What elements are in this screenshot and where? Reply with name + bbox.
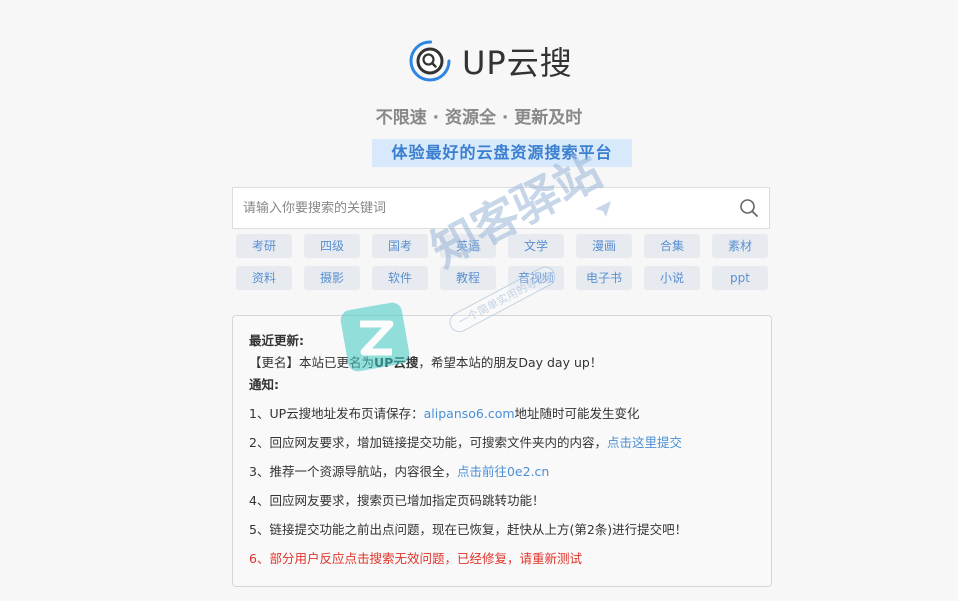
slogan: 不限速 · 资源全 · 更新及时 <box>375 108 583 128</box>
nav-site-link[interactable]: 点击前往0e2.cn <box>457 464 549 479</box>
rename-prefix: 【更名】本站已更名为 <box>249 355 375 370</box>
notice-panel: 最近更新: 【更名】本站已更名为UP云搜，希望本站的朋友Day day up！ … <box>232 315 772 587</box>
notice-item-3-text: 3、推荐一个资源导航站，内容很全， <box>249 464 457 479</box>
tag-comics[interactable]: 漫画 <box>576 234 632 258</box>
notice-item-5: 5、链接提交功能之前出点问题，现在已恢复，赶快从上方(第2条)进行提交吧！ <box>249 522 688 537</box>
notice-item-1-text: 1、UP云搜地址发布页请保存： <box>249 406 424 421</box>
tag-software[interactable]: 软件 <box>372 266 428 290</box>
tag-literature[interactable]: 文学 <box>508 234 564 258</box>
tag-photography[interactable]: 摄影 <box>304 266 360 290</box>
logo-text: UP云搜 <box>462 44 573 82</box>
search-input[interactable] <box>233 200 729 216</box>
sub-slogan: 体验最好的云盘资源搜索平台 <box>372 139 632 167</box>
notice-title: 通知: <box>249 377 279 392</box>
notice-item-2-text: 2、回应网友要求，增加链接提交功能，可搜索文件夹内的内容， <box>249 435 607 450</box>
rename-notice: 【更名】本站已更名为UP云搜，希望本站的朋友Day day up！ <box>249 352 755 374</box>
tag-guokao[interactable]: 国考 <box>372 234 428 258</box>
tag-list: 考研 四级 国考 英语 文学 漫画 合集 素材 资料 摄影 软件 教程 音视频 … <box>236 234 772 290</box>
notice-item-4: 4、回应网友要求，搜索页已增加指定页码跳转功能！ <box>249 493 545 508</box>
tag-ppt[interactable]: ppt <box>712 266 768 290</box>
tag-ebook[interactable]: 电子书 <box>576 266 632 290</box>
tag-cet4[interactable]: 四级 <box>304 234 360 258</box>
search-button[interactable] <box>729 188 769 228</box>
submit-link[interactable]: 点击这里提交 <box>607 435 682 450</box>
tag-audio-video[interactable]: 音视频 <box>508 266 564 290</box>
rename-suffix: ，希望本站的朋友Day day up！ <box>418 355 603 370</box>
magnifier-icon <box>740 199 758 217</box>
notice-item-1: 1、UP云搜地址发布页请保存：alipanso6.com地址随时可能发生变化 <box>249 399 755 428</box>
tag-collection[interactable]: 合集 <box>644 234 700 258</box>
tag-novel[interactable]: 小说 <box>644 266 700 290</box>
notice-item-2: 2、回应网友要求，增加链接提交功能，可搜索文件夹内的内容，点击这里提交 <box>249 428 755 457</box>
recent-updates-title: 最近更新: <box>249 333 304 348</box>
site-logo[interactable]: UP云搜 <box>408 38 573 84</box>
address-link[interactable]: alipanso6.com <box>424 406 515 421</box>
tag-materials[interactable]: 素材 <box>712 234 768 258</box>
tag-english[interactable]: 英语 <box>440 234 496 258</box>
tag-documents[interactable]: 资料 <box>236 266 292 290</box>
search-bar <box>232 187 770 229</box>
rename-name: UP云搜 <box>374 355 419 370</box>
tag-tutorial[interactable]: 教程 <box>440 266 496 290</box>
notice-item-6: 6、部分用户反应点击搜索无效问题，已经修复，请重新测试 <box>249 551 582 566</box>
notice-item-3: 3、推荐一个资源导航站，内容很全，点击前往0e2.cn <box>249 457 755 486</box>
tag-kaoyan[interactable]: 考研 <box>236 234 292 258</box>
notice-item-1-suffix: 地址随时可能发生变化 <box>514 406 640 421</box>
search-icon <box>409 40 451 82</box>
